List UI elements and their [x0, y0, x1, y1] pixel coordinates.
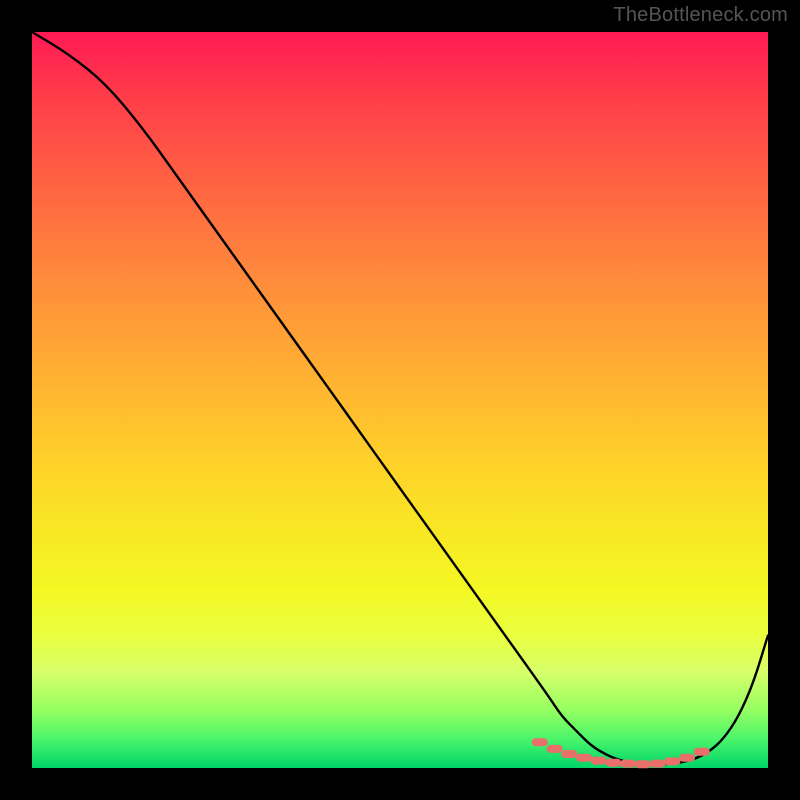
highlight-marker: [664, 757, 680, 765]
bottleneck-curve: [32, 32, 768, 764]
highlight-marker: [561, 750, 577, 758]
chart-frame: TheBottleneck.com: [0, 0, 800, 800]
highlight-marker: [591, 757, 607, 765]
bottleneck-curve-path: [32, 32, 768, 764]
highlight-marker: [679, 754, 695, 762]
highlight-marker: [635, 760, 651, 768]
plot-area: [32, 32, 768, 768]
curve-svg: [32, 32, 768, 768]
highlight-marker: [694, 748, 710, 756]
highlight-marker: [576, 754, 592, 762]
highlight-markers: [532, 738, 710, 768]
highlight-marker: [547, 745, 563, 753]
highlight-marker: [620, 760, 636, 768]
watermark-text: TheBottleneck.com: [613, 4, 788, 27]
highlight-marker: [605, 759, 621, 767]
highlight-marker: [650, 760, 666, 768]
highlight-marker: [532, 738, 548, 746]
